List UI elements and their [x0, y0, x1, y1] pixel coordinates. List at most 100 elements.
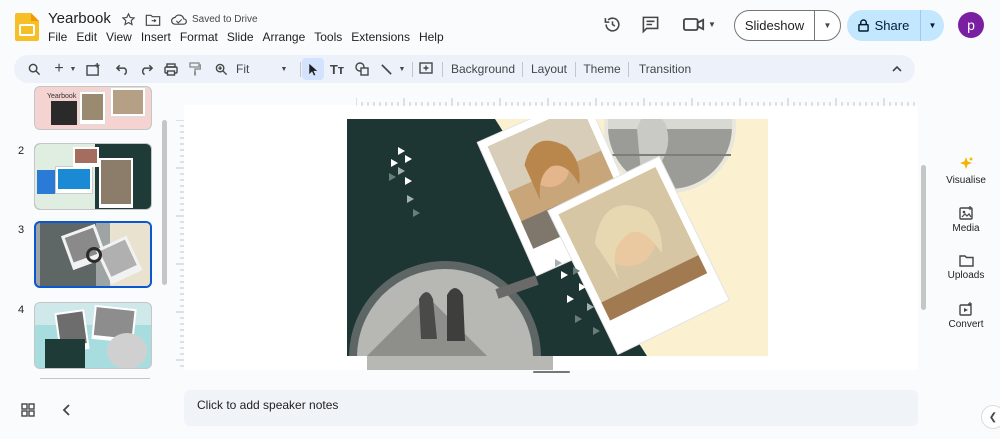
- comment-icon[interactable]: [641, 15, 660, 34]
- slide-thumbnail-3-selected[interactable]: [34, 221, 152, 288]
- avatar[interactable]: p: [958, 12, 984, 38]
- version-history-icon[interactable]: [603, 15, 622, 34]
- share-dropdown-icon[interactable]: ▼: [921, 10, 944, 41]
- new-slide-icon[interactable]: +: [52, 55, 66, 83]
- slide-thumbnail-2[interactable]: [34, 143, 152, 210]
- layout-button[interactable]: Layout: [528, 55, 570, 83]
- thumbnail-title: Yearbook: [47, 93, 77, 100]
- redo-icon[interactable]: [138, 55, 154, 83]
- toolbar-divider: [575, 62, 576, 77]
- print-icon[interactable]: [163, 55, 179, 83]
- notes-resize-handle[interactable]: [533, 371, 570, 373]
- save-status: Saved to Drive: [192, 14, 258, 25]
- menu-format[interactable]: Format: [180, 30, 218, 44]
- thumbnail-photo: [79, 91, 106, 125]
- paint-format-icon[interactable]: [187, 55, 203, 83]
- menu-help[interactable]: Help: [419, 30, 444, 44]
- filmstrip-scrollbar[interactable]: [162, 120, 167, 285]
- menu-insert[interactable]: Insert: [141, 30, 171, 44]
- slide-overflow-photo: [367, 356, 553, 370]
- line-icon[interactable]: [378, 55, 394, 83]
- side-item-label: Visualise: [946, 175, 986, 186]
- thumbnail-photo: [73, 147, 99, 167]
- undo-icon[interactable]: [114, 55, 130, 83]
- theme-button[interactable]: Theme: [581, 55, 623, 83]
- meet-icon[interactable]: [683, 17, 705, 32]
- zoom-icon[interactable]: [213, 55, 229, 83]
- toolbar-divider: [412, 62, 413, 77]
- thumbnail-photo: [110, 87, 146, 117]
- share-button-group: Share ▼: [847, 10, 944, 41]
- menu-slide[interactable]: Slide: [227, 30, 254, 44]
- thumbnail-photo: [55, 166, 93, 194]
- document-title[interactable]: Yearbook: [48, 10, 111, 27]
- background-button[interactable]: Background: [450, 55, 516, 83]
- lock-icon: [857, 19, 869, 32]
- slide-artwork: [347, 119, 736, 356]
- line-dropdown-icon[interactable]: ▼: [397, 55, 407, 83]
- side-item-visualise[interactable]: Visualise: [936, 156, 996, 186]
- vertical-ruler: [176, 120, 184, 367]
- folder-icon: [958, 255, 974, 267]
- slide-number: 3: [18, 224, 25, 236]
- toolbar: + ▼ Fit ▼ Tт ▼ Background Layout Theme T…: [14, 55, 915, 83]
- hide-filmstrip-icon[interactable]: [60, 403, 72, 417]
- side-item-label: Media: [952, 223, 980, 234]
- select-tool-icon[interactable]: [302, 58, 324, 80]
- search-menus-icon[interactable]: [24, 55, 44, 83]
- share-button[interactable]: Share: [847, 10, 921, 41]
- cloud-saved-icon[interactable]: [171, 13, 187, 26]
- slide-number: 4: [18, 304, 25, 316]
- convert-icon: [958, 302, 972, 316]
- side-panel-scrollbar[interactable]: [921, 165, 926, 310]
- zoom-dropdown-icon[interactable]: ▼: [278, 55, 290, 83]
- thumbnail-badge: [86, 247, 102, 263]
- star-icon[interactable]: [121, 12, 136, 27]
- thumbnail-photo: [51, 101, 77, 125]
- slideshow-dropdown-icon[interactable]: ▼: [815, 11, 840, 40]
- media-icon: [958, 206, 973, 220]
- toolbar-divider: [628, 62, 629, 77]
- side-item-media[interactable]: Media: [936, 206, 996, 234]
- menu-file[interactable]: File: [48, 30, 67, 44]
- thumbnail-block: [45, 339, 85, 368]
- current-slide[interactable]: [347, 119, 768, 356]
- slide-thumbnail-4[interactable]: [34, 302, 152, 369]
- menu-arrange[interactable]: Arrange: [263, 30, 306, 44]
- filmstrip-bottom-edge: [40, 378, 150, 379]
- menu-tools[interactable]: Tools: [314, 30, 342, 44]
- menu-edit[interactable]: Edit: [76, 30, 97, 44]
- horizontal-ruler: [356, 98, 915, 106]
- slide-filmstrip: Yearbook 2 3 4: [0, 86, 170, 383]
- text-box-icon[interactable]: Tт: [328, 55, 346, 83]
- move-folder-icon[interactable]: [145, 13, 161, 27]
- insert-slide-icon[interactable]: [84, 55, 102, 83]
- side-item-label: Uploads: [947, 270, 985, 281]
- menu-bar: File Edit View Insert Format Slide Arran…: [48, 30, 453, 44]
- menu-view[interactable]: View: [106, 30, 132, 44]
- side-item-label: Convert: [948, 319, 984, 330]
- slides-logo-icon[interactable]: [14, 12, 40, 42]
- side-item-uploads[interactable]: Uploads: [936, 254, 996, 281]
- slide-thumbnail-1[interactable]: Yearbook: [34, 86, 152, 130]
- slideshow-button-group: Slideshow ▼: [734, 10, 841, 41]
- toolbar-divider: [300, 62, 301, 77]
- add-comment-icon[interactable]: [417, 55, 435, 83]
- collapse-toolbar-icon[interactable]: [889, 55, 905, 83]
- thumbnail-circle: [107, 333, 147, 368]
- slideshow-button[interactable]: Slideshow: [735, 11, 815, 40]
- shape-icon[interactable]: [354, 55, 370, 83]
- side-panel-toggle-icon[interactable]: ❮: [981, 405, 1000, 429]
- share-label: Share: [874, 18, 910, 33]
- menu-extensions[interactable]: Extensions: [351, 30, 410, 44]
- new-slide-dropdown-icon[interactable]: ▼: [68, 55, 78, 83]
- toolbar-divider: [442, 62, 443, 77]
- speaker-notes-placeholder[interactable]: Click to add speaker notes: [197, 398, 338, 412]
- sparkle-icon: [960, 157, 973, 169]
- grid-view-icon[interactable]: [21, 403, 35, 417]
- toolbar-divider: [522, 62, 523, 77]
- slide-number: 2: [18, 145, 25, 157]
- transition-button[interactable]: Transition: [634, 55, 696, 83]
- meet-dropdown-icon[interactable]: ▼: [708, 20, 716, 29]
- side-item-convert[interactable]: Convert: [936, 302, 996, 330]
